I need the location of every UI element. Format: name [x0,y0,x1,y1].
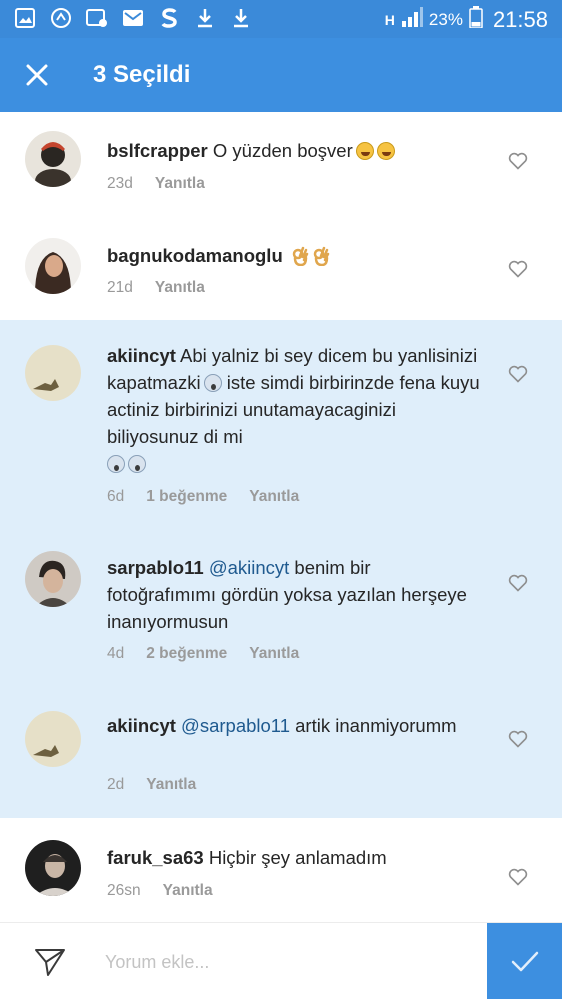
comment-item-selected[interactable]: akiincyt Abi yalniz bi sey dicem bu yanl… [0,320,562,528]
comment-username[interactable]: akiincyt [107,345,176,366]
direct-send-icon[interactable] [34,947,66,977]
like-heart-icon[interactable] [508,730,528,748]
laughing-emoji-icon [376,142,395,160]
comment-body: akiincyt Abi yalniz bi sey dicem bu yanl… [107,342,482,477]
comment-mention[interactable]: @akiincyt [209,557,289,578]
avatar[interactable] [25,840,81,896]
comment-body: bslfcrapper O yüzden boşver [107,137,482,164]
screaming-face-emoji-icon [203,374,222,392]
comment-meta: 4d 2 beğenme Yanıtla [107,645,299,663]
like-heart-icon[interactable] [508,365,528,383]
screaming-face-emoji-icon [107,455,125,473]
comment-time: 21d [107,279,133,296]
system-status: H 23% 21:58 [385,6,548,34]
comment-time: 2d [107,776,125,793]
photo-upload-icon [86,7,108,29]
clock: 21:58 [492,7,548,32]
comment-username[interactable]: faruk_sa63 [107,847,204,868]
comment-item-selected[interactable]: akiincyt @sarpablo11 artik inanmiyorumm … [0,684,562,818]
comment-text: artik inanmiyorumm [295,715,457,736]
reply-button[interactable]: Yanıtla [249,645,299,663]
comment-time: 4d [107,645,125,662]
comment-composer [0,922,562,999]
gallery-icon [14,7,36,29]
battery-percent: 23% [428,10,463,29]
laughing-emoji-icon [355,142,374,160]
battery-icon [469,6,483,34]
status-bar: H 23% 21:58 [0,0,562,38]
comment-body: faruk_sa63 Hiçbir şey anlamadım [107,844,482,871]
comment-item[interactable]: bslfcrapper O yüzden boşver 23d Yanıtla [0,112,562,210]
like-heart-icon[interactable] [508,868,528,886]
network-type: H [384,12,395,28]
close-icon [26,64,48,86]
comment-username[interactable]: akiincyt [107,715,176,736]
close-button[interactable] [20,58,54,92]
likes-count[interactable]: 2 beğenme [146,645,227,663]
download-icon-2 [230,7,252,29]
reply-button[interactable]: Yanıtla [146,776,196,794]
comment-time: 6d [107,488,125,505]
astonished-face-emoji-icon [128,455,146,473]
avatar[interactable] [25,131,81,187]
comment-body: akiincyt @sarpablo11 artik inanmiyorumm [107,712,482,739]
avatar[interactable] [25,551,81,607]
likes-count[interactable]: 1 beğenme [146,488,227,506]
like-heart-icon[interactable] [508,260,528,278]
comment-mention[interactable]: @sarpablo11 [181,715,290,736]
comment-item-selected[interactable]: sarpablo11 @akiincyt benim bir fotoğrafı… [0,528,562,684]
comment-time: 26sn [107,882,141,899]
avatar[interactable] [25,345,81,401]
ok-hand-emoji-icon [313,246,330,266]
comment-text: O yüzden boşver [212,140,353,161]
comment-meta: 23d Yanıtla [107,175,205,193]
signal-icon [401,7,423,33]
post-comment-button[interactable] [487,923,562,999]
comment-body: bagnukodamanoglu [107,242,482,269]
ok-hand-emoji-icon [292,246,309,266]
notification-icons [14,7,252,29]
comment-body: sarpablo11 @akiincyt benim bir fotoğrafı… [107,554,482,635]
reply-button[interactable]: Yanıtla [155,175,205,193]
comment-time: 23d [107,175,133,192]
reply-button[interactable]: Yanıtla [155,279,205,297]
comment-input[interactable] [105,947,465,977]
comment-meta: 6d 1 beğenme Yanıtla [107,488,299,506]
avatar[interactable] [25,238,81,294]
comment-meta: 2d Yanıtla [107,776,196,794]
comment-username[interactable]: bagnukodamanoglu [107,245,283,266]
comment-meta: 21d Yanıtla [107,279,205,297]
comment-meta: 26sn Yanıtla [107,882,213,900]
checkmark-icon [511,951,538,971]
comment-username[interactable]: sarpablo11 [107,557,204,578]
selection-app-bar: 3 Seçildi [0,38,562,112]
comment-item[interactable]: bagnukodamanoglu 21d Yanıtla [0,210,562,320]
like-heart-icon[interactable] [508,574,528,592]
download-icon [194,7,216,29]
sync-icon [50,7,72,29]
selection-count-title: 3 Seçildi [93,61,191,88]
comment-username[interactable]: bslfcrapper [107,140,208,161]
avatar[interactable] [25,711,81,767]
comment-text: Hiçbir şey anlamadım [208,847,387,868]
comment-item[interactable]: faruk_sa63 Hiçbir şey anlamadım 26sn Yan… [0,818,562,922]
like-heart-icon[interactable] [508,152,528,170]
s-app-icon [158,7,180,29]
reply-button[interactable]: Yanıtla [249,488,299,506]
mail-icon [122,7,144,29]
reply-button[interactable]: Yanıtla [163,882,213,900]
